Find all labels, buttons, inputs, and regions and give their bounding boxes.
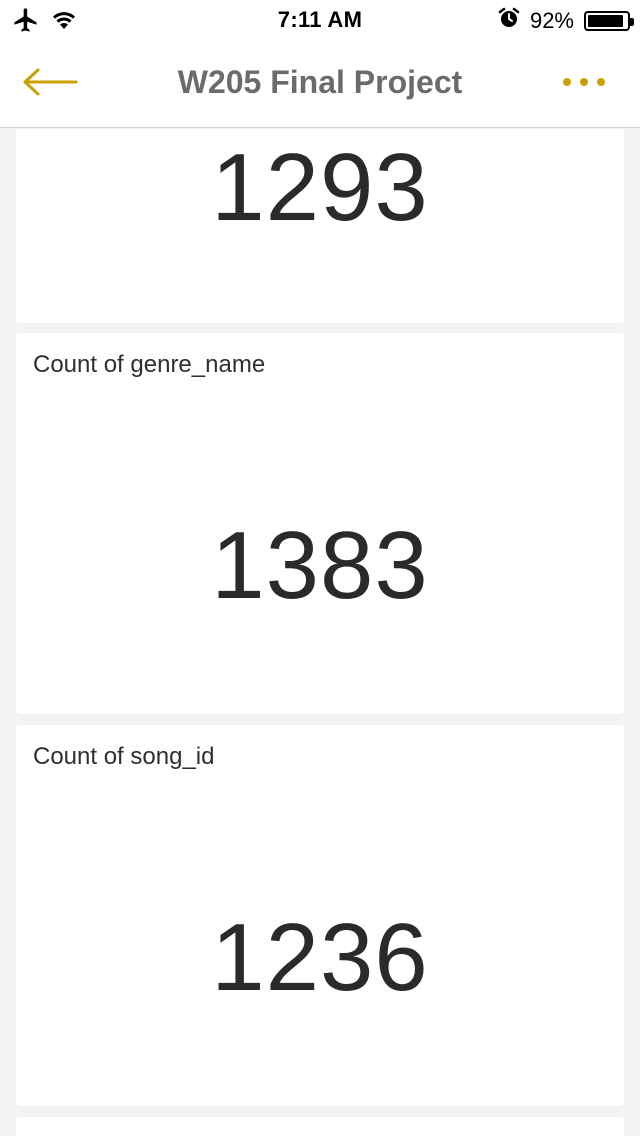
metric-value: 1383 xyxy=(211,512,429,619)
more-button[interactable] xyxy=(558,68,618,98)
metric-value: 1293 xyxy=(211,134,429,241)
battery-cap xyxy=(630,17,634,26)
metric-card xyxy=(16,1117,624,1136)
more-dots-icon xyxy=(563,78,605,86)
metric-value: 1236 xyxy=(211,904,429,1011)
battery-icon xyxy=(584,10,634,31)
status-right-icons: 92% xyxy=(498,7,634,34)
content-scroll-area[interactable]: 1293 Count of genre_name 1383 Count of s… xyxy=(0,129,640,1136)
card-title: Count of song_id xyxy=(33,743,215,770)
page-title: W205 Final Project xyxy=(177,64,463,100)
alarm-icon xyxy=(498,7,520,34)
battery-percent: 92% xyxy=(529,7,574,33)
nav-bar: W205 Final Project xyxy=(0,40,640,128)
battery-fill xyxy=(588,14,623,27)
back-button[interactable] xyxy=(20,60,90,104)
metric-card: 1293 xyxy=(16,129,624,323)
metric-card: Count of song_id 1236 xyxy=(16,725,624,1106)
status-bar: 7:11 AM 92% xyxy=(0,0,640,40)
metric-card: Count of genre_name 1383 xyxy=(16,333,624,714)
app-screen: 7:11 AM 92% W205 Final Project 1293 Coun… xyxy=(0,0,640,1136)
card-title: Count of genre_name xyxy=(33,351,266,378)
arrow-left-icon xyxy=(23,68,78,96)
